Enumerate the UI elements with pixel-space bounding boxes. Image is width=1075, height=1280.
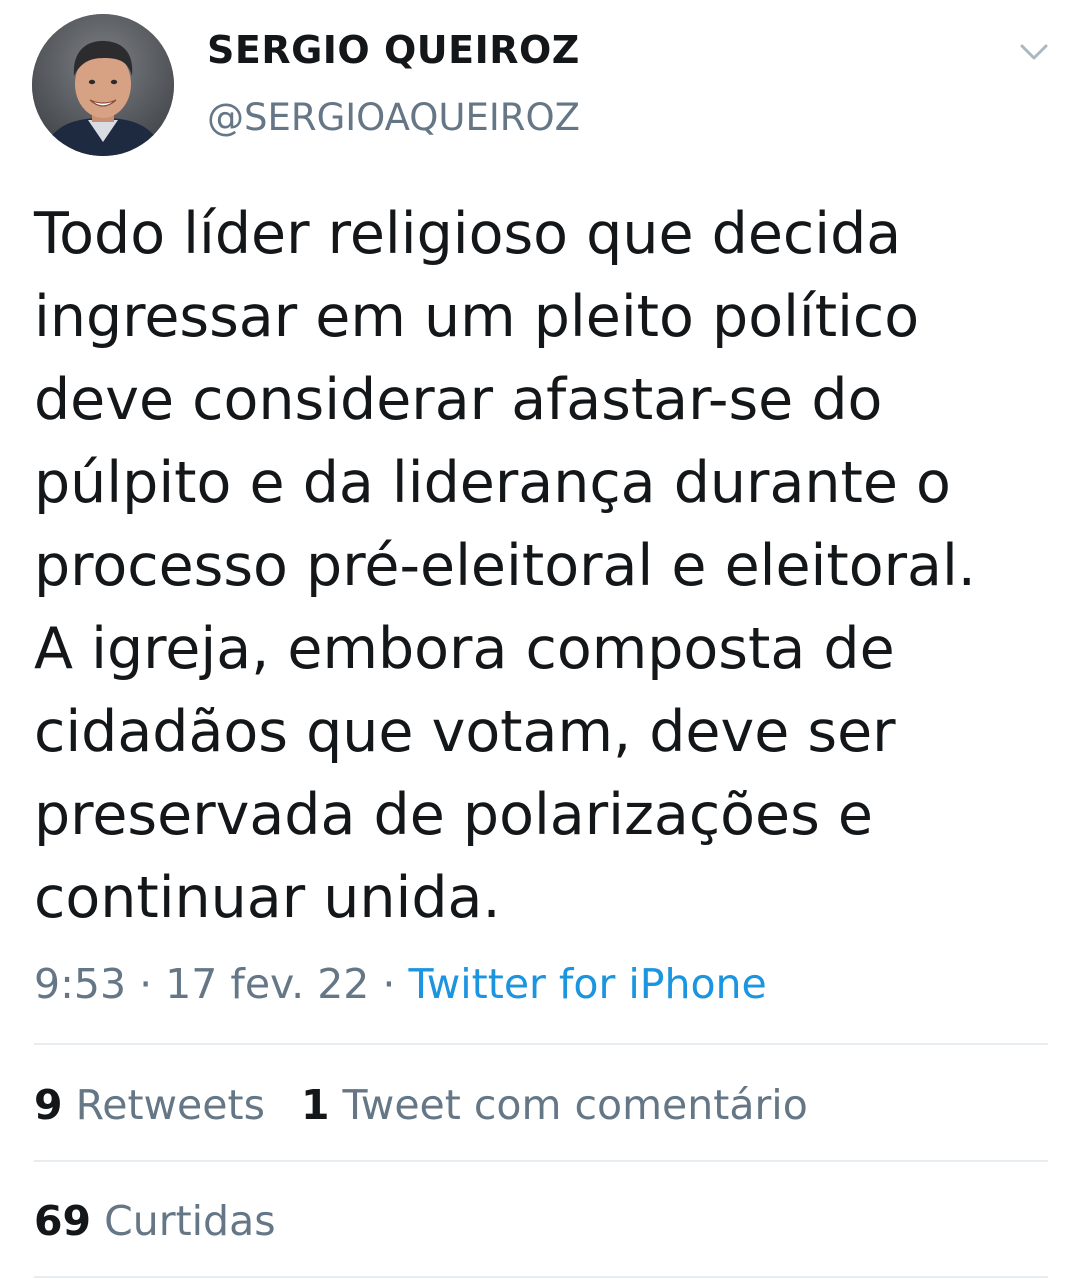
author-display-name[interactable]: SERGIO QUEIROZ	[207, 28, 580, 72]
retweets-stat[interactable]: 9 Retweets	[34, 1081, 265, 1129]
quotes-label: Tweet com comentário	[342, 1081, 808, 1129]
quotes-count: 1	[300, 1081, 330, 1129]
meta-separator: ·	[369, 960, 409, 1008]
tweet-source-link[interactable]: Twitter for iPhone	[408, 960, 766, 1008]
avatar[interactable]	[32, 14, 174, 156]
likes-stats-row: 69 Curtidas	[34, 1193, 276, 1249]
chevron-down-icon[interactable]	[1014, 36, 1054, 68]
quote-tweets-stat[interactable]: 1 Tweet com comentário	[301, 1081, 808, 1129]
tweet-text: Todo líder religioso que decida ingressa…	[34, 201, 976, 931]
likes-label: Curtidas	[104, 1197, 276, 1245]
tweet-time[interactable]: 9:53	[34, 960, 126, 1008]
tweet-meta: 9:53 · 17 fev. 22 · Twitter for iPhone	[34, 956, 767, 1012]
tweet-date[interactable]: 17 fev. 22	[165, 960, 369, 1008]
retweet-stats-row: 9 Retweets 1 Tweet com comentário	[34, 1077, 808, 1133]
divider	[34, 1043, 1048, 1045]
retweets-count: 9	[34, 1081, 63, 1129]
divider	[34, 1276, 1048, 1278]
likes-stat[interactable]: 69 Curtidas	[34, 1197, 276, 1245]
likes-count: 69	[34, 1197, 92, 1245]
divider	[34, 1160, 1048, 1162]
meta-separator: ·	[126, 960, 166, 1008]
profile-photo-icon	[32, 14, 174, 156]
retweets-label: Retweets	[75, 1081, 265, 1129]
author-handle[interactable]: @SERGIOAQUEIROZ	[207, 96, 580, 139]
